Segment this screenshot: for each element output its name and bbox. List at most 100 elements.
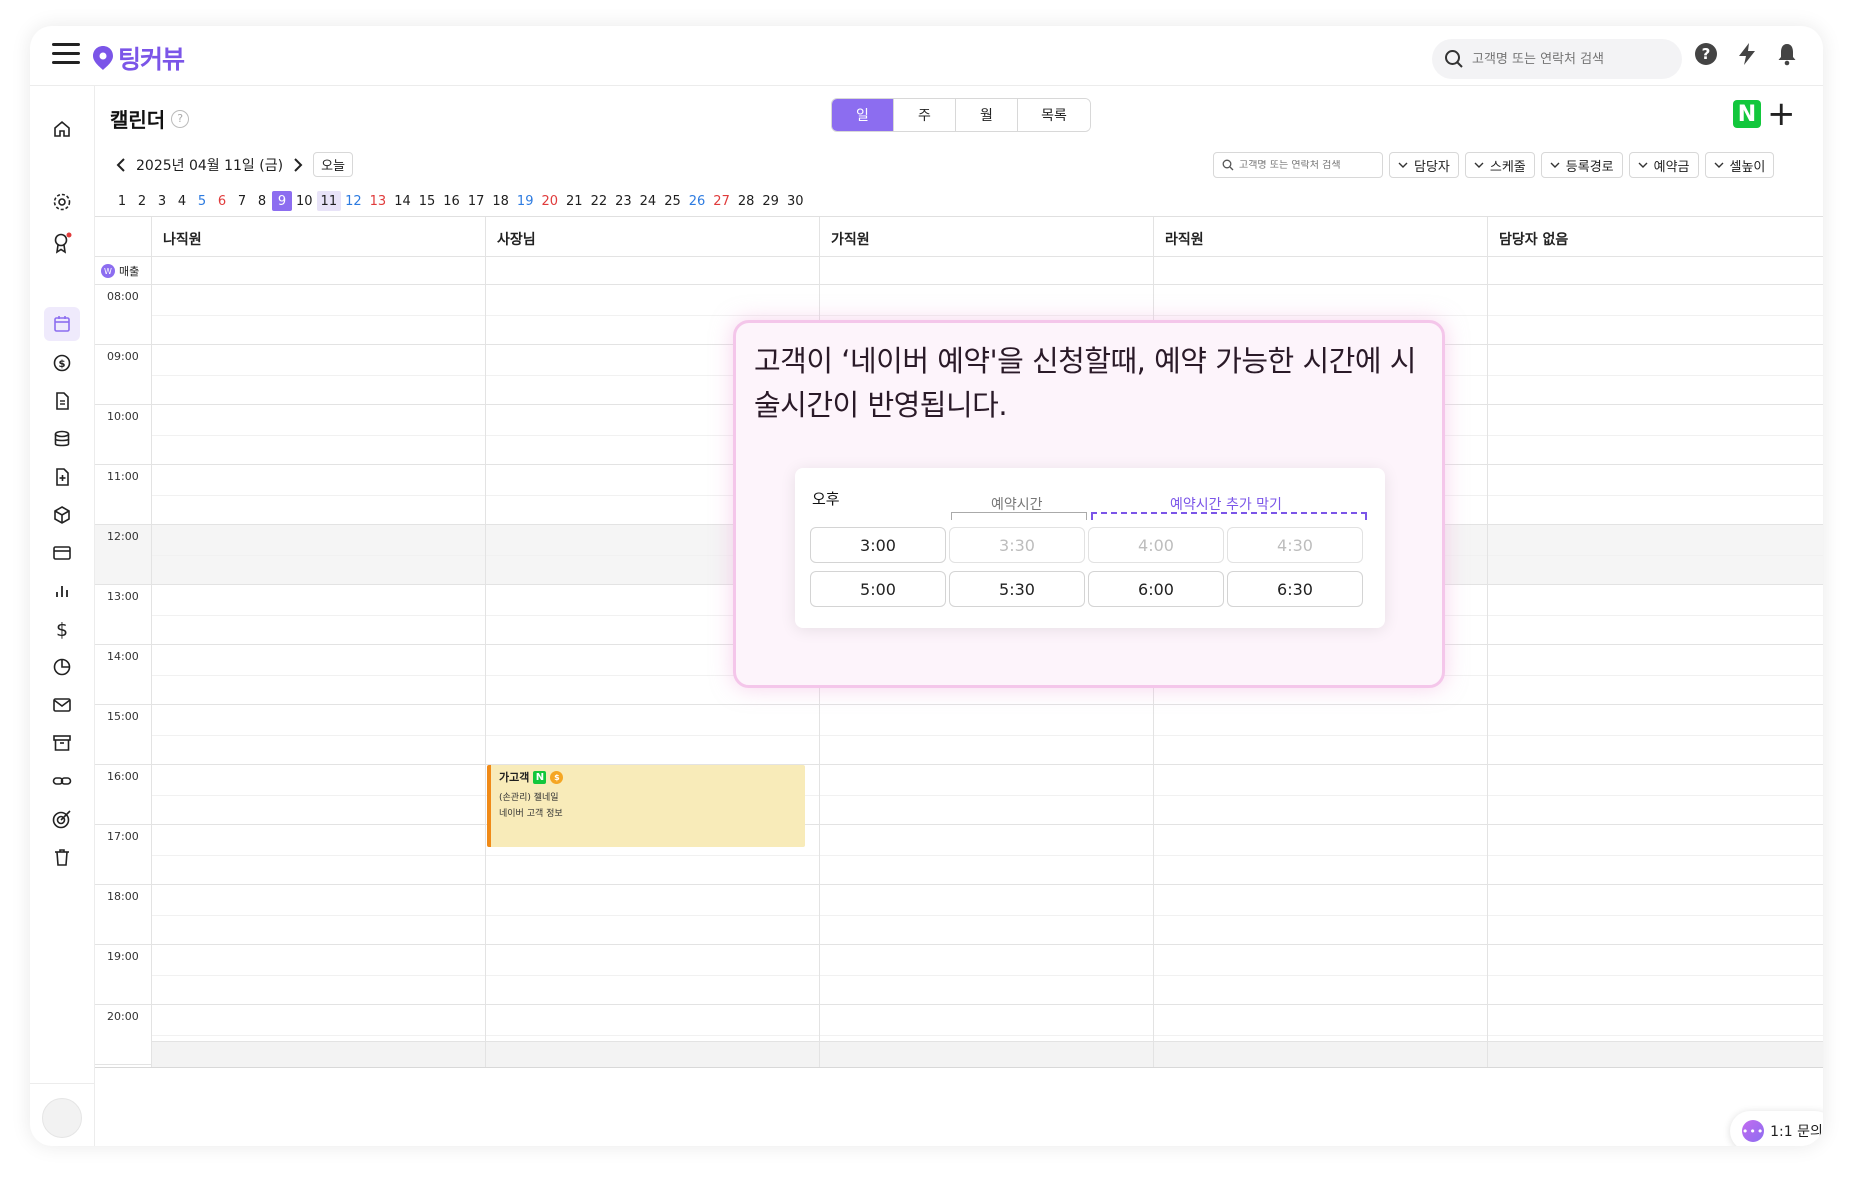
day-cell[interactable]: 18 — [488, 191, 513, 211]
sales-label[interactable]: W 매출 — [101, 263, 139, 279]
sidebar-item-products[interactable] — [44, 498, 80, 532]
time-slot[interactable]: 3:30 — [949, 527, 1085, 563]
sidebar-item-marketing[interactable] — [44, 802, 80, 836]
hour-row[interactable]: 16:00 — [95, 765, 1823, 825]
day-cell[interactable]: 23 — [611, 191, 636, 211]
day-cell[interactable]: 5 — [192, 191, 212, 211]
calendar-search-input[interactable] — [1239, 159, 1379, 171]
day-cell[interactable]: 27 — [709, 191, 734, 211]
sidebar-item-home[interactable] — [44, 112, 80, 146]
chat-bubble-icon: ••• — [1742, 1120, 1765, 1142]
day-cell[interactable]: 7 — [232, 191, 252, 211]
sidebar-item-sales[interactable]: $ — [44, 346, 80, 380]
day-cell[interactable]: 12 — [341, 191, 366, 211]
naver-booking-button[interactable]: N — [1733, 100, 1761, 128]
day-cell[interactable]: 4 — [172, 191, 192, 211]
bell-icon[interactable] — [1776, 42, 1798, 66]
menu-icon[interactable] — [52, 43, 80, 65]
box-icon — [54, 506, 70, 524]
day-cell[interactable]: 26 — [685, 191, 710, 211]
day-cell[interactable]: 16 — [439, 191, 464, 211]
chat-inquiry-button[interactable]: ••• 1:1 문의 — [1730, 1111, 1823, 1146]
sidebar-item-links[interactable] — [44, 764, 80, 798]
day-cell[interactable]: 22 — [587, 191, 612, 211]
staff-column-title[interactable]: 담당자 없음 — [1499, 229, 1568, 249]
appointment-card[interactable]: 가고객 N $ (손관리) 젤네일 네이버 고객 정보 — [487, 765, 805, 847]
staff-column-title[interactable]: 나직원 — [163, 229, 202, 249]
chevron-left-icon[interactable] — [114, 157, 128, 173]
global-search-input[interactable] — [1472, 51, 1662, 67]
time-slot[interactable]: 4:00 — [1088, 527, 1224, 563]
global-search[interactable] — [1432, 39, 1682, 79]
day-cell[interactable]: 11 — [316, 191, 342, 211]
sidebar-item-reports[interactable] — [44, 650, 80, 684]
sidebar-item-trash[interactable] — [44, 840, 80, 874]
filter-staff[interactable]: 담당자 — [1389, 152, 1459, 178]
sidebar-item-archive[interactable] — [44, 726, 80, 760]
time-slot[interactable]: 6:30 — [1227, 571, 1363, 607]
filter-schedule[interactable]: 스케줄 — [1464, 152, 1535, 178]
bolt-icon[interactable] — [1736, 42, 1758, 66]
day-cell[interactable]: 13 — [366, 191, 391, 211]
title-help-icon[interactable]: ? — [171, 109, 190, 128]
sidebar-item-calendar[interactable] — [44, 307, 80, 341]
day-cell[interactable]: 19 — [513, 191, 538, 211]
filter-deposit[interactable]: 예약금 — [1628, 152, 1699, 178]
sidebar-item-award[interactable] — [44, 226, 80, 260]
sidebar-item-settings[interactable] — [44, 185, 80, 219]
search-icon — [1222, 159, 1234, 171]
hour-row[interactable]: 17:00 — [95, 825, 1823, 885]
time-slot[interactable]: 4:30 — [1227, 527, 1363, 563]
staff-column-title[interactable]: 사장님 — [497, 229, 536, 249]
time-slot[interactable]: 6:00 — [1088, 571, 1224, 607]
day-cell[interactable]: 10 — [292, 191, 317, 211]
day-cell[interactable]: 28 — [734, 191, 759, 211]
day-cell[interactable]: 15 — [415, 191, 440, 211]
today-button[interactable]: 오늘 — [313, 152, 353, 177]
day-cell[interactable]: 21 — [562, 191, 587, 211]
sidebar-item-finance[interactable]: $ — [44, 612, 80, 646]
help-icon[interactable]: ? — [1694, 42, 1718, 66]
day-cell[interactable]: 6 — [212, 191, 232, 211]
time-slot[interactable]: 5:00 — [810, 571, 946, 607]
current-date[interactable]: 2025년 04월 11일 (금) — [136, 155, 283, 175]
app-logo[interactable]: 팅커뷰 — [92, 40, 185, 76]
tab-month[interactable]: 월 — [956, 99, 1018, 131]
calendar-search[interactable] — [1213, 152, 1383, 178]
staff-column-title[interactable]: 라직원 — [1165, 229, 1204, 249]
filter-cell-height[interactable]: 셀높이 — [1704, 152, 1775, 178]
day-cell[interactable]: 2 — [132, 191, 152, 211]
day-cell[interactable]: 1 — [112, 191, 132, 211]
sidebar-item-payments[interactable] — [44, 536, 80, 570]
column-divider — [1487, 217, 1488, 1067]
sidebar-item-database[interactable] — [44, 422, 80, 456]
avatar[interactable] — [42, 1098, 82, 1138]
day-cell[interactable]: 24 — [636, 191, 661, 211]
hour-row[interactable]: 18:00 — [95, 885, 1823, 945]
tab-day[interactable]: 일 — [832, 99, 894, 131]
staff-column-title[interactable]: 가직원 — [831, 229, 870, 249]
day-cell[interactable]: 20 — [537, 191, 562, 211]
day-cell[interactable]: 3 — [152, 191, 172, 211]
chevron-right-icon[interactable] — [291, 157, 305, 173]
time-slot-card: 오후 예약시간 예약시간 추가 막기 3:00 3:30 4:00 4:30 5… — [795, 468, 1385, 628]
time-slot[interactable]: 3:00 — [810, 527, 946, 563]
add-appointment-button[interactable]: + — [1767, 97, 1796, 131]
day-cell[interactable]: 14 — [390, 191, 415, 211]
hour-row[interactable]: 15:00 — [95, 705, 1823, 765]
hour-row[interactable]: 19:00 — [95, 945, 1823, 1005]
day-cell[interactable]: 9 — [272, 191, 292, 211]
day-cell[interactable]: 8 — [252, 191, 272, 211]
sidebar-item-file-add[interactable] — [44, 460, 80, 494]
tab-week[interactable]: 주 — [894, 99, 956, 131]
sidebar-item-documents[interactable] — [44, 384, 80, 418]
day-cell[interactable]: 29 — [758, 191, 783, 211]
time-slot[interactable]: 5:30 — [949, 571, 1085, 607]
day-cell[interactable]: 30 — [783, 191, 808, 211]
filter-source[interactable]: 등록경로 — [1540, 152, 1623, 178]
sidebar-item-messages[interactable] — [44, 688, 80, 722]
tab-list[interactable]: 목록 — [1018, 99, 1090, 131]
day-cell[interactable]: 25 — [660, 191, 685, 211]
day-cell[interactable]: 17 — [464, 191, 489, 211]
sidebar-item-stats[interactable] — [44, 574, 80, 608]
